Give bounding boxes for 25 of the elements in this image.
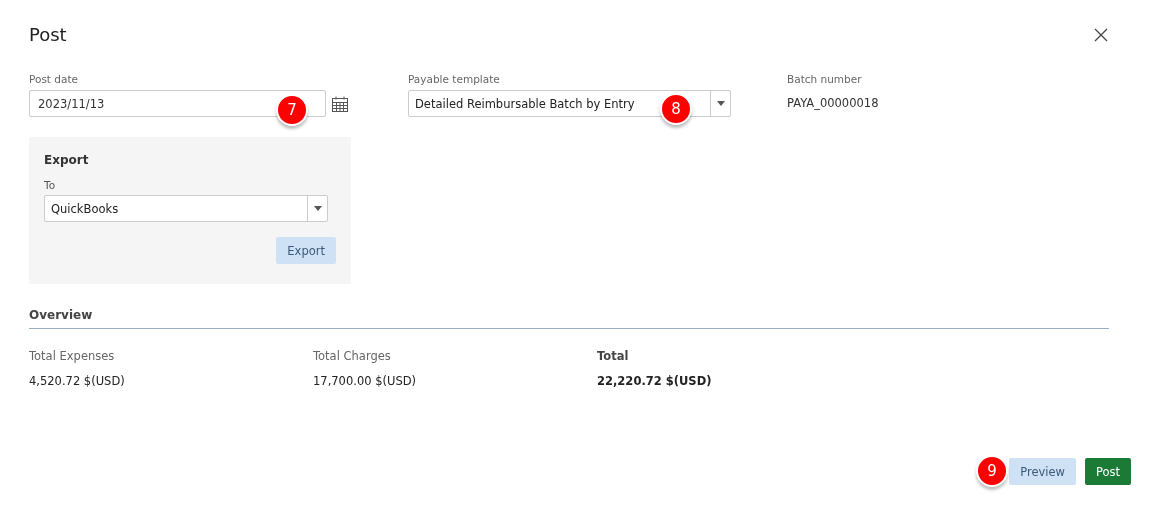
total-value: 22,220.72 $(USD)	[597, 374, 713, 388]
field-label: Post date	[29, 73, 79, 85]
dialog-title: Post	[29, 24, 67, 45]
step-badge: 8	[660, 93, 692, 125]
preview-button[interactable]: Preview	[1009, 458, 1076, 485]
export-dropdown[interactable]: QuickBooks	[44, 195, 328, 222]
total-label: Total Charges	[313, 349, 392, 363]
field-label: Batch number	[787, 73, 863, 85]
batch-number: PAYA_00000018	[787, 95, 880, 110]
calendar-icon[interactable]	[332, 95, 348, 112]
close-icon[interactable]	[1094, 27, 1108, 42]
post-button[interactable]: Post	[1084, 458, 1131, 485]
panel-title: Export	[44, 153, 90, 167]
field-label: To	[44, 179, 57, 191]
total-label: Total	[597, 349, 630, 363]
total-value: 4,520.72 $(USD)	[29, 374, 126, 388]
export-button[interactable]: Export	[276, 237, 336, 264]
field-label: Payable template	[408, 73, 501, 85]
total-label: Total Expenses	[29, 349, 116, 363]
step-badge: 9	[976, 455, 1008, 487]
caret-icon	[716, 101, 725, 106]
section-title: Overview	[29, 308, 1109, 329]
step-badge: 7	[276, 94, 308, 126]
caret-icon	[313, 206, 322, 211]
total-value: 17,700.00 $(USD)	[313, 374, 418, 388]
